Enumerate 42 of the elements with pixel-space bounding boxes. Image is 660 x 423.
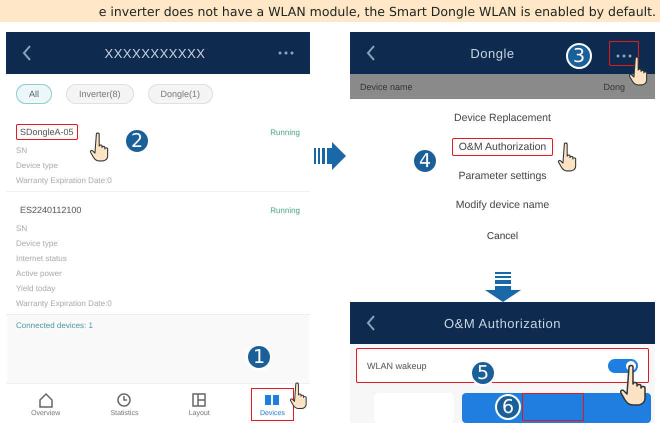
device-field: Yield today bbox=[16, 284, 56, 293]
menu-item[interactable]: O&M Authorization bbox=[452, 138, 554, 156]
device-field: Active power bbox=[16, 269, 62, 278]
clock-icon bbox=[116, 392, 132, 408]
row-label: Device name bbox=[360, 82, 413, 92]
device-field: Internet status bbox=[16, 254, 67, 263]
screen-title: Dongle bbox=[470, 46, 515, 60]
screen-title: XXXXXXXXXXX bbox=[104, 46, 206, 60]
status-label: Running bbox=[270, 206, 300, 214]
row-value: Dong bbox=[603, 82, 625, 92]
device-field: SN bbox=[16, 224, 28, 233]
connected-devices-link[interactable]: Connected devices: 1 bbox=[6, 315, 103, 336]
right-arrow-icon bbox=[314, 140, 346, 172]
filter-chip[interactable]: Inverter(8) bbox=[66, 84, 134, 104]
screen-title: O&M Authorization bbox=[444, 316, 561, 330]
device-name[interactable]: SDongleA-05 bbox=[16, 124, 78, 140]
layout-icon bbox=[191, 392, 208, 408]
device-field: Warranty Expiration Date:0 bbox=[16, 299, 112, 308]
status-label: Running bbox=[270, 128, 300, 136]
filter-chip[interactable]: All bbox=[16, 84, 52, 104]
device-field: SN bbox=[16, 146, 28, 155]
device-name[interactable]: ES2240112100 bbox=[16, 202, 86, 218]
instruction-banner: e inverter does not have a WLAN module, the Smart Dongle WLAN is enabled by default. bbox=[0, 0, 660, 22]
setting-label: WLAN wakeup bbox=[367, 360, 427, 370]
menu-item[interactable]: Parameter settings bbox=[451, 167, 554, 185]
menu-item[interactable]: Device Replacement bbox=[447, 109, 558, 127]
back-icon[interactable] bbox=[366, 45, 376, 61]
device-field: Device type bbox=[16, 161, 58, 170]
home-icon bbox=[38, 392, 54, 408]
menu-item[interactable]: Modify device name bbox=[448, 196, 556, 214]
down-arrow-icon bbox=[482, 272, 522, 302]
filter-chip[interactable]: Dongle(1) bbox=[148, 84, 214, 104]
step-badge: 1 bbox=[246, 344, 272, 370]
device-field: Device type bbox=[16, 239, 58, 248]
cancel-button[interactable]: Cancel bbox=[486, 231, 518, 242]
toggle-switch[interactable] bbox=[608, 358, 638, 372]
step-badge: 4 bbox=[412, 148, 438, 174]
devices-icon bbox=[264, 392, 280, 408]
device-field: Warranty Expiration Date:0 bbox=[16, 176, 112, 185]
back-icon[interactable] bbox=[366, 315, 376, 331]
back-icon[interactable] bbox=[22, 45, 32, 61]
more-icon[interactable] bbox=[278, 51, 294, 55]
